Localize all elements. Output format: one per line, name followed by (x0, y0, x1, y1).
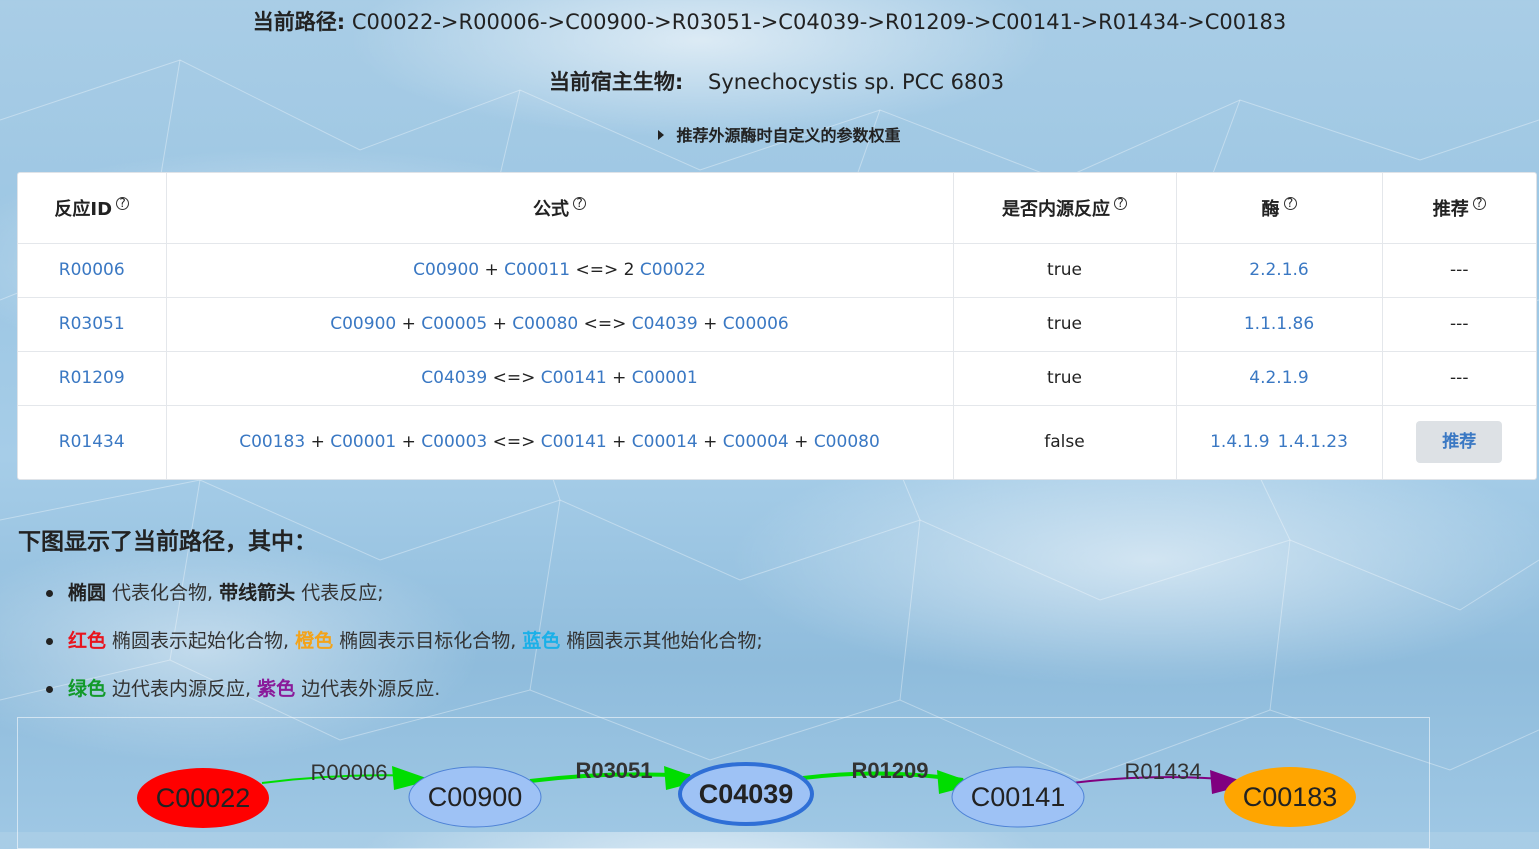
edge-label: R01209 (851, 758, 928, 783)
node-label: C00141 (971, 782, 1066, 812)
edge-label: R01434 (1124, 759, 1201, 784)
edge-label: R00006 (310, 760, 387, 785)
edge-label: R03051 (575, 758, 652, 783)
node-label: C04039 (699, 779, 794, 809)
node-label: C00183 (1243, 782, 1338, 812)
pathway-graph: R00006 R03051 R01209 R01434 C00022 C00900 C040… (137, 758, 1356, 828)
node-label: C00022 (156, 783, 251, 813)
node-label: C00900 (428, 782, 523, 812)
